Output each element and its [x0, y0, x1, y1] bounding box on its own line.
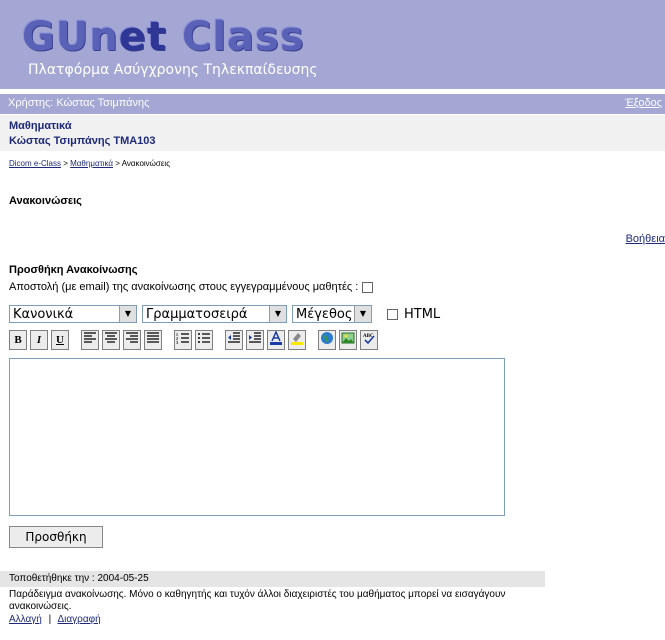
chevron-down-icon: ▼ [269, 306, 286, 322]
highlight-button[interactable] [288, 330, 306, 350]
svg-text:3: 3 [176, 340, 178, 345]
chevron-down-icon: ▼ [119, 306, 136, 322]
text-color-button[interactable] [267, 330, 285, 350]
html-label: HTML [404, 307, 441, 322]
email-checkbox[interactable] [362, 281, 374, 293]
user-bar: Χρήστης: Κώστας Τσιμπάνης Έξοδος [0, 94, 665, 114]
font-select[interactable]: Γραμματοσειρά ▼ [142, 305, 287, 323]
breadcrumb: Dicom e-Class > Μαθηματικά > Ανακοινώσει… [9, 159, 171, 168]
size-select[interactable]: Μέγεθος ▼ [292, 305, 372, 323]
align-left-icon [84, 332, 96, 343]
insert-image-button[interactable] [339, 330, 357, 350]
announcement-editor[interactable] [9, 358, 505, 516]
bullet-list-icon [198, 333, 210, 343]
spellcheck-button[interactable]: ABC [360, 330, 378, 350]
indent-button[interactable] [246, 330, 264, 350]
highlight-icon [291, 333, 303, 345]
spellcheck-icon: ABC [363, 334, 375, 345]
ordered-list-button[interactable]: 123 [174, 330, 192, 350]
text-color-icon [270, 330, 282, 345]
indent-icon [249, 332, 261, 343]
image-icon [341, 332, 355, 344]
add-button[interactable]: Προσθήκη [9, 526, 103, 548]
italic-button[interactable]: I [30, 330, 48, 350]
delete-link[interactable]: Διαγραφή [58, 614, 101, 625]
html-option: HTML [387, 307, 440, 322]
align-right-button[interactable] [123, 330, 141, 350]
posted-date-bar: Τοποθετήθηκε την : 2004-05-25 [0, 571, 545, 587]
help-link[interactable]: Βοήθεια [626, 233, 665, 245]
posted-date: Τοποθετήθηκε την : 2004-05-25 [9, 573, 149, 584]
ordered-list-icon: 123 [176, 332, 189, 345]
bold-button[interactable]: B [9, 330, 27, 350]
edit-link[interactable]: Αλλαγή [9, 614, 42, 625]
logo-class: Class [167, 14, 305, 60]
html-checkbox[interactable] [387, 309, 398, 320]
announcement-actions: Αλλαγή | Διαγραφή [9, 614, 101, 625]
email-label: Αποστολή (με email) της ανακοίνωσης στου… [9, 281, 359, 293]
align-left-button[interactable] [81, 330, 99, 350]
breadcrumb-current: Ανακοινώσεις [121, 159, 171, 168]
justify-icon [147, 332, 159, 343]
outdent-button[interactable] [225, 330, 243, 350]
actions-separator: | [48, 614, 52, 625]
breadcrumb-course-link[interactable]: Μαθηματικά [70, 159, 113, 168]
course-bar: Μαθηματικά Κώστας Τσιμπάνης TMA103 [0, 115, 665, 151]
add-announcement-title: Προσθήκη Ανακοίνωσης [9, 264, 138, 276]
align-center-button[interactable] [102, 330, 120, 350]
logo: GUnet Class [22, 14, 305, 60]
user-name: Χρήστης: Κώστας Τσιμπάνης [8, 97, 150, 109]
chevron-down-icon: ▼ [354, 306, 371, 322]
justify-button[interactable] [144, 330, 162, 350]
globe-link-icon [321, 332, 333, 344]
logout-link[interactable]: Έξοδος [625, 97, 662, 109]
underline-button[interactable]: U [51, 330, 69, 350]
outdent-icon [228, 332, 240, 343]
bullet-list-button[interactable] [195, 330, 213, 350]
page-title: Ανακοινώσεις [9, 195, 82, 207]
header-banner: GUnet Class Πλατφόρμα Ασύγχρονης Τηλεκπα… [0, 0, 665, 89]
logo-et: et [118, 14, 168, 60]
align-center-icon [105, 332, 117, 343]
style-select[interactable]: Κανονικά ▼ [9, 305, 137, 323]
breadcrumb-home-link[interactable]: Dicom e-Class [9, 159, 61, 168]
email-option: Αποστολή (με email) της ανακοίνωσης στου… [9, 281, 374, 293]
align-right-icon [126, 332, 138, 343]
insert-link-button[interactable] [318, 330, 336, 350]
announcement-text: Παράδειγμα ανακοίνωσης. Μόνο ο καθηγητής… [9, 589, 506, 612]
platform-subtitle: Πλατφόρμα Ασύγχρονης Τηλεκπαίδευσης [28, 62, 318, 78]
course-name: Μαθηματικά [9, 120, 72, 132]
course-teacher-code: Κώστας Τσιμπάνης TMA103 [9, 135, 156, 147]
logo-gu: GUn [22, 14, 119, 60]
